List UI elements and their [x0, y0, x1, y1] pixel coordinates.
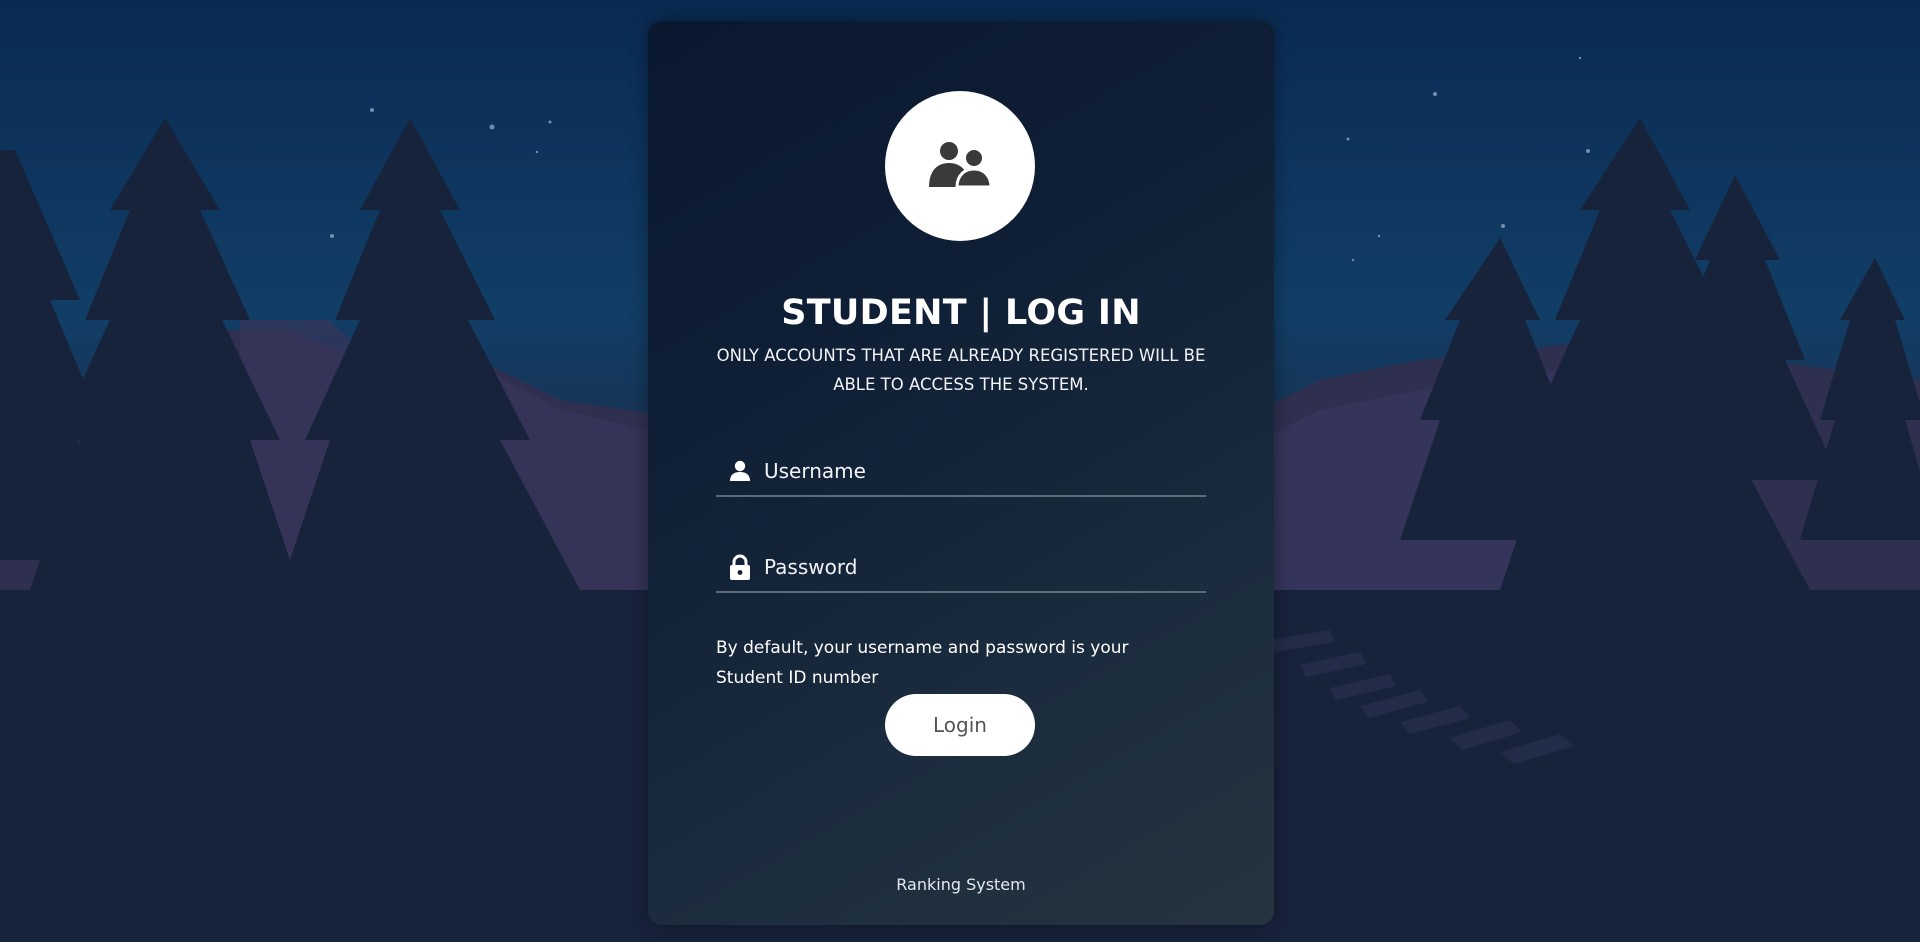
footer-text: Ranking System [896, 875, 1026, 894]
password-field[interactable] [716, 543, 1206, 593]
login-hint: By default, your username and password i… [716, 638, 1129, 688]
avatar [885, 91, 1035, 241]
page-title: STUDENT | LOG IN [781, 293, 1141, 333]
login-card: STUDENT | LOG IN ONLY ACCOUNTS THAT ARE … [648, 21, 1274, 925]
user-icon [716, 460, 764, 482]
password-input[interactable] [764, 547, 1206, 587]
username-input[interactable] [764, 451, 1206, 491]
page-subtitle: ONLY ACCOUNTS THAT ARE ALREADY REGISTERE… [716, 346, 1206, 394]
username-field[interactable] [716, 447, 1206, 497]
login-button[interactable]: Login [885, 694, 1035, 756]
users-group-icon [929, 142, 993, 189]
lock-icon [716, 554, 764, 580]
